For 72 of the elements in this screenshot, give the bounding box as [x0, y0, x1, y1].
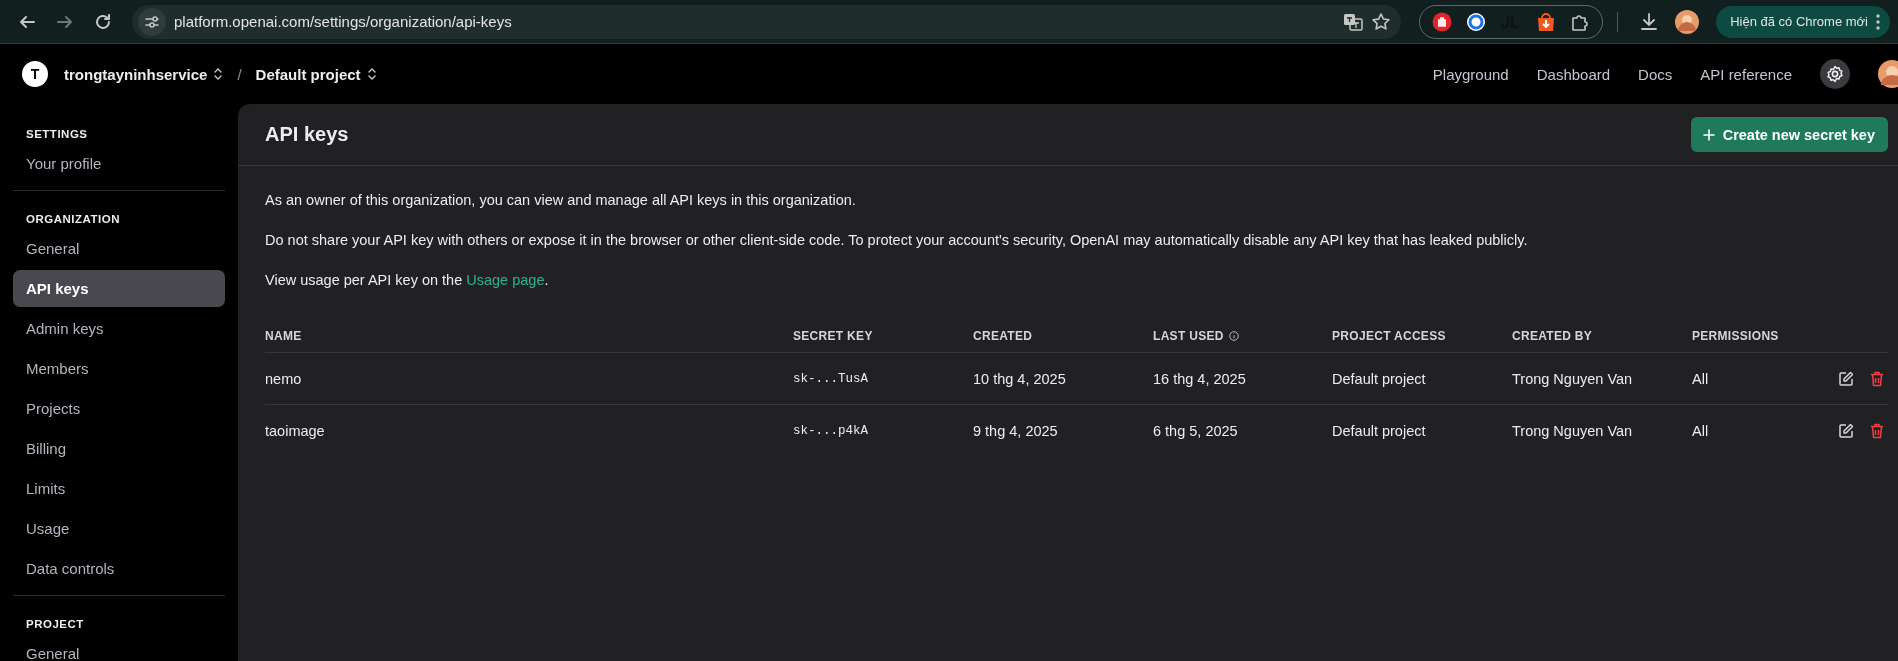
- sidebar-item[interactable]: Billing: [13, 430, 225, 467]
- organization-name: trongtayninhservice: [64, 65, 208, 83]
- chrome-update-button[interactable]: Hiện đã có Chrome mới: [1716, 5, 1890, 38]
- chevron-up-down-icon: [213, 67, 224, 81]
- table-cell: 9 thg 4, 2025: [973, 422, 1058, 439]
- site-settings-icon[interactable]: [138, 7, 166, 36]
- sidebar-item[interactable]: Usage: [13, 510, 225, 547]
- sidebar-item[interactable]: Data controls: [13, 550, 225, 587]
- table-cell: Trong Nguyen Van: [1512, 422, 1633, 439]
- column-header: PROJECT ACCESS: [1332, 329, 1446, 343]
- settings-button[interactable]: [1820, 59, 1850, 89]
- table-cell: sk-...p4kA: [793, 423, 868, 438]
- translate-icon[interactable]: [1343, 11, 1364, 32]
- table-cell: Trong Nguyen Van: [1512, 370, 1633, 387]
- edit-icon[interactable]: [1838, 370, 1854, 387]
- edit-icon[interactable]: [1838, 422, 1854, 439]
- table-cell: nemo: [265, 370, 302, 387]
- page-title: API keys: [265, 123, 349, 146]
- sidebar-item[interactable]: General: [13, 635, 225, 661]
- header-nav-link[interactable]: API reference: [1700, 65, 1792, 83]
- table-cell: Default project: [1332, 422, 1426, 439]
- sidebar-heading: ORGANIZATION: [25, 212, 121, 227]
- organization-initial: T: [22, 61, 48, 87]
- organization-switcher[interactable]: T trongtayninhservice: [22, 61, 224, 87]
- avatar-icon[interactable]: [1675, 9, 1700, 34]
- settings-icon: [1826, 65, 1844, 83]
- column-header: CREATED BY: [1512, 329, 1593, 343]
- table-cell: Default project: [1332, 370, 1426, 387]
- table-cell: 10 thg 4, 2025: [973, 370, 1066, 387]
- sidebar-item[interactable]: Members: [13, 350, 225, 387]
- table-cell: All: [1692, 422, 1709, 439]
- star-icon[interactable]: [1371, 11, 1392, 32]
- delete-icon[interactable]: [1870, 422, 1884, 439]
- table-cell: All: [1692, 370, 1709, 387]
- download-icon[interactable]: [1639, 11, 1660, 32]
- info-icon[interactable]: [1228, 331, 1239, 341]
- create-secret-key-button[interactable]: Create new secret key: [1690, 117, 1888, 152]
- more-menu-icon[interactable]: [1876, 13, 1880, 30]
- bag-extension-icon[interactable]: [1536, 11, 1557, 32]
- plus-icon: [1702, 128, 1715, 141]
- header-nav-link[interactable]: Dashboard: [1536, 65, 1611, 83]
- usage-page-link[interactable]: Usage page: [466, 272, 545, 288]
- table-cell: sk-...TusA: [793, 371, 868, 386]
- sidebar-item[interactable]: Projects: [13, 390, 225, 427]
- sidebar-heading: SETTINGS: [25, 127, 89, 142]
- security-warning-text: Do not share your API key with others or expose it in the browser or other client-side code. To protect your account's security, OpenAI may automatically disable any API key that has leaked publicly.: [265, 231, 1529, 250]
- table-cell: 6 thg 5, 2025: [1153, 422, 1238, 439]
- avatar-icon[interactable]: [1878, 60, 1898, 88]
- reload-icon[interactable]: [94, 12, 112, 31]
- project-switcher[interactable]: Default project: [255, 65, 377, 83]
- column-header: SECRET KEY: [793, 329, 873, 343]
- breadcrumb-separator: /: [237, 65, 242, 83]
- delete-icon[interactable]: [1870, 370, 1884, 387]
- sidebar-item[interactable]: Limits: [13, 470, 225, 507]
- chevron-up-down-icon: [366, 67, 377, 81]
- column-header: NAME: [265, 329, 302, 343]
- sidebar-item[interactable]: API keys: [13, 270, 225, 307]
- usage-note-text: View usage per API key on the Usage page.: [265, 271, 550, 290]
- sidebar-heading: PROJECT: [25, 617, 85, 632]
- sidebar-item[interactable]: Your profile: [13, 145, 225, 182]
- column-header: PERMISSIONS: [1692, 329, 1779, 343]
- header-nav-link[interactable]: Playground: [1432, 65, 1509, 83]
- table-cell: taoimage: [265, 422, 325, 439]
- circle-extension-icon[interactable]: [1466, 11, 1487, 32]
- column-header: LAST USED: [1153, 329, 1224, 343]
- hand-extension-icon[interactable]: [1432, 11, 1453, 32]
- column-header: CREATED: [973, 329, 1033, 343]
- header-nav-link[interactable]: Docs: [1638, 65, 1673, 83]
- sidebar-item[interactable]: General: [13, 230, 225, 267]
- sidebar-item[interactable]: Admin keys: [13, 310, 225, 347]
- table-cell: 16 thg 4, 2025: [1153, 370, 1246, 387]
- intro-text: As an owner of this organization, you can view and manage all API keys in this organization.: [265, 191, 857, 210]
